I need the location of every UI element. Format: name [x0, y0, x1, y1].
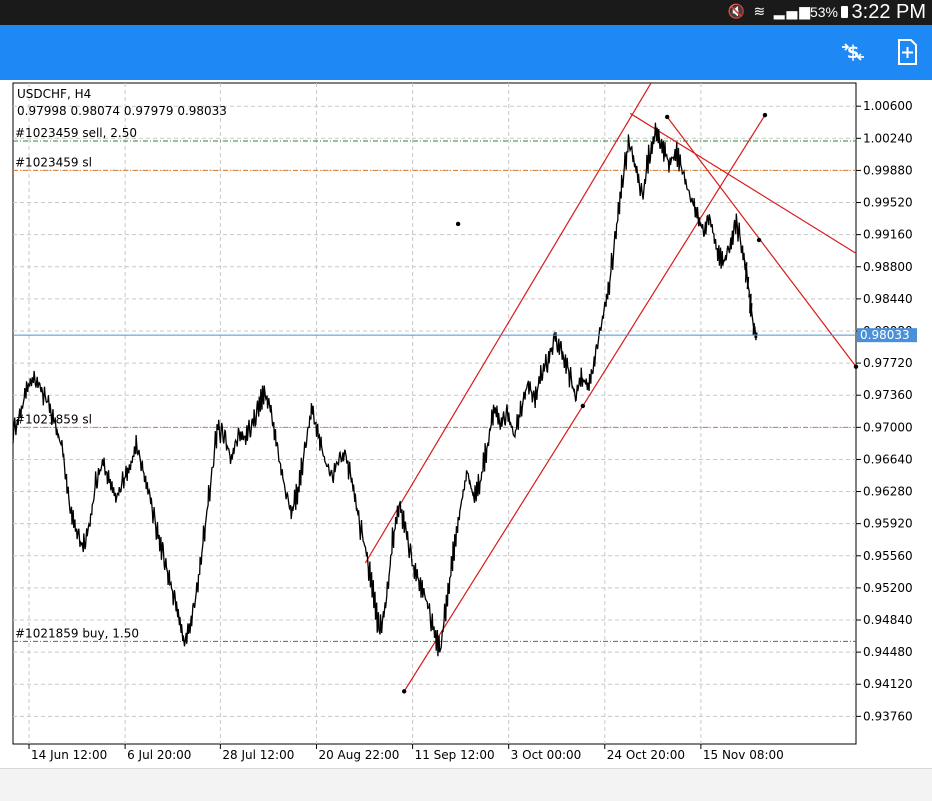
- y-tick-label: 0.95560: [863, 549, 913, 563]
- anchor-point[interactable]: [455, 221, 461, 227]
- x-tick-label: 6 Jul 20:00: [127, 748, 191, 762]
- anchor-point[interactable]: [401, 689, 407, 694]
- y-tick-label: 1.00240: [863, 131, 913, 145]
- x-tick-label: 15 Nov 08:00: [703, 748, 784, 762]
- price-chart[interactable]: 1.00600 1.00240 0.99880 0.99520 0.99160 0.988…: [0, 82, 932, 768]
- y-tick-label: 0.99880: [863, 163, 913, 177]
- y-tick-label: 0.97360: [863, 388, 913, 402]
- y-tick-label: 0.97000: [863, 420, 913, 434]
- y-tick-label: 0.94120: [863, 677, 913, 691]
- anchor-point[interactable]: [664, 114, 670, 120]
- status-bar: 🔇 ≋ ▂▄▆ 53% 3:22 PM: [0, 0, 932, 25]
- y-tick-label: 0.94840: [863, 613, 913, 627]
- y-tick-label: 1.00600: [863, 99, 913, 113]
- y-tick-label: 0.97720: [863, 356, 913, 370]
- x-tick-label: 3 Oct 00:00: [511, 748, 582, 762]
- x-axis: 14 Jun 12:00 6 Jul 20:00 28 Jul 12:00 20 Au…: [28, 744, 784, 762]
- current-price-label: 0.98033: [860, 328, 910, 342]
- battery-percent: 53%: [809, 4, 838, 20]
- toolbar: $: [0, 25, 932, 80]
- y-tick-label: 0.95200: [863, 581, 913, 595]
- clock: 3:22 PM: [851, 1, 926, 23]
- y-tick-label: 0.93760: [863, 709, 913, 723]
- order-label: #1023459 sell, 2.50: [15, 126, 137, 140]
- x-tick-label: 24 Oct 20:00: [607, 748, 685, 762]
- plot-frame: [12, 82, 857, 745]
- x-tick-label: 11 Sep 12:00: [415, 748, 495, 762]
- y-axis: 1.00600 1.00240 0.99880 0.99520 0.99160 0.988…: [856, 99, 913, 723]
- y-tick-label: 0.99160: [863, 228, 913, 242]
- y-tick-label: 0.96640: [863, 452, 913, 466]
- y-tick-label: 0.98800: [863, 260, 913, 274]
- status-icons: 🔇 ≋ ▂▄▆: [727, 4, 812, 20]
- order-label: #1023459 sl: [15, 155, 92, 169]
- y-tick-label: 0.96280: [863, 485, 913, 499]
- symbol-label: USDCHF, H4: [17, 87, 91, 101]
- footer-bar: [0, 768, 932, 801]
- order-label: #1021859 buy, 1.50: [15, 626, 139, 640]
- anchor-point[interactable]: [756, 237, 762, 243]
- svg-text:$: $: [847, 42, 860, 63]
- anchor-point[interactable]: [853, 364, 859, 369]
- order-dollar-icon[interactable]: $: [838, 37, 868, 67]
- x-tick-label: 20 Aug 22:00: [318, 748, 399, 762]
- y-tick-label: 0.95920: [863, 517, 913, 531]
- y-tick-label: 0.98440: [863, 292, 913, 306]
- y-tick-label: 0.94480: [863, 645, 913, 659]
- anchor-point[interactable]: [762, 112, 768, 118]
- y-tick-label: 0.99520: [863, 196, 913, 210]
- x-tick-label: 14 Jun 12:00: [31, 748, 107, 762]
- new-order-icon[interactable]: [892, 37, 922, 67]
- anchor-point[interactable]: [580, 403, 586, 409]
- battery-icon: [841, 6, 848, 18]
- x-tick-label: 28 Jul 12:00: [222, 748, 294, 762]
- ohlc-label: 0.97998 0.98074 0.97979 0.98033: [17, 104, 227, 118]
